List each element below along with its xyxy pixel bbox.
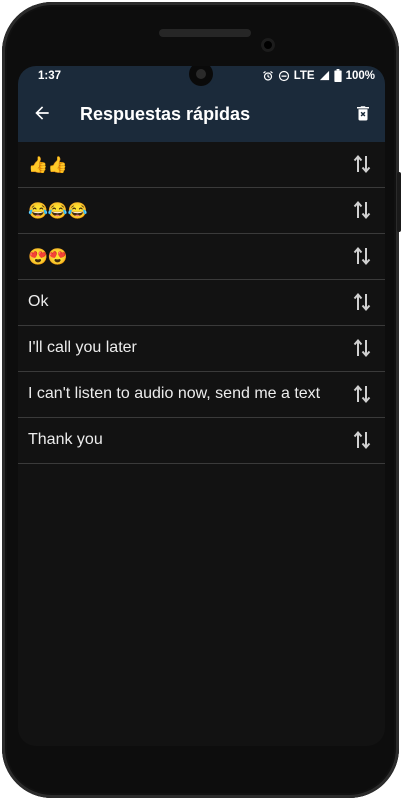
reply-text: I'll call you later — [28, 339, 137, 356]
back-button[interactable] — [28, 101, 56, 129]
list-item[interactable]: 😍😍 — [18, 234, 385, 280]
earpiece-speaker — [159, 29, 251, 37]
list-item[interactable]: 👍👍 — [18, 142, 385, 188]
reply-text: 😍😍 — [28, 249, 68, 266]
dnd-icon — [278, 70, 290, 82]
battery-level: 100% — [345, 69, 375, 82]
reply-text: 👍👍 — [28, 157, 68, 174]
notch-camera — [189, 66, 213, 86]
app-bar: Respuestas rápidas — [18, 88, 385, 142]
alarm-icon — [262, 70, 274, 82]
arrow-back-icon — [32, 103, 52, 127]
reorder-icon[interactable] — [351, 336, 373, 360]
signal-icon — [319, 70, 330, 81]
battery-icon — [333, 69, 342, 82]
status-time: 1:37 — [38, 70, 62, 82]
network-type: LTE — [293, 69, 315, 82]
page-title: Respuestas rápidas — [80, 104, 251, 124]
reorder-icon[interactable] — [351, 152, 373, 176]
list-item[interactable]: 😂😂😂 — [18, 188, 385, 234]
reply-text: Ok — [28, 293, 49, 310]
reorder-icon[interactable] — [351, 244, 373, 268]
reorder-icon[interactable] — [351, 198, 373, 222]
list-item[interactable]: Ok — [18, 280, 385, 326]
phone-side-button — [397, 172, 401, 232]
screen: 1:37 LTE 100% Respuestas rápidas 👍👍 😂😂😂 … — [18, 66, 385, 746]
front-camera — [261, 38, 275, 52]
reply-text: 😂😂😂 — [28, 203, 88, 220]
quick-replies-list: 👍👍 😂😂😂 😍😍 Ok I'll call you later I can't… — [18, 142, 385, 464]
reorder-icon[interactable] — [351, 290, 373, 314]
list-item[interactable]: Thank you — [18, 418, 385, 464]
list-item[interactable]: I'll call you later — [18, 326, 385, 372]
delete-all-button[interactable] — [349, 101, 377, 129]
reorder-icon[interactable] — [351, 382, 373, 406]
reply-text: I can't listen to audio now, send me a t… — [28, 385, 321, 402]
reply-text: Thank you — [28, 431, 103, 448]
list-item[interactable]: I can't listen to audio now, send me a t… — [18, 372, 385, 418]
reorder-icon[interactable] — [351, 428, 373, 452]
delete-icon — [354, 103, 372, 127]
status-bar: 1:37 LTE 100% — [18, 66, 385, 88]
status-icons: LTE 100% — [262, 69, 375, 82]
